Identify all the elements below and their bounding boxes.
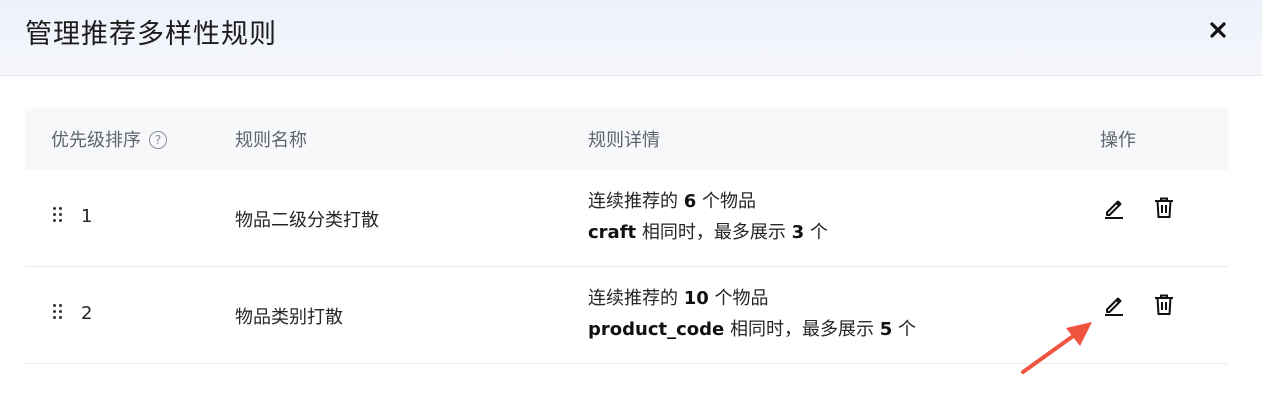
rule-detail-line-2: product_code 相同时，最多展示 5 个 <box>588 319 916 340</box>
annotation-arrow-icon <box>1021 322 1092 374</box>
priority-value: 1 <box>81 206 93 227</box>
trash-icon[interactable] <box>1153 196 1175 220</box>
table-row: 1 物品二级分类打散 连续推荐的 6 个物品 craft 相同时，最多展示 3 … <box>25 170 1228 267</box>
delete-button[interactable] <box>1150 194 1178 222</box>
pencil-icon[interactable] <box>1102 196 1126 220</box>
pencil-icon[interactable] <box>1102 293 1126 317</box>
rule-detail-line-1: 连续推荐的 6 个物品 <box>588 191 756 212</box>
priority-value: 2 <box>81 303 93 324</box>
edit-button[interactable] <box>1100 291 1128 319</box>
close-icon[interactable] <box>1209 21 1227 39</box>
help-icon[interactable]: ? <box>149 131 167 149</box>
rule-detail-line-1: 连续推荐的 10 个物品 <box>588 288 769 309</box>
column-header-priority: 优先级排序? <box>51 126 167 152</box>
column-header-actions: 操作 <box>1100 130 1136 151</box>
drag-handle-icon[interactable] <box>53 207 63 223</box>
table-header: 优先级排序? 规则名称 规则详情 操作 <box>25 108 1228 170</box>
rule-detail: 连续推荐的 6 个物品 craft 相同时，最多展示 3 个 <box>588 186 828 248</box>
rule-detail-line-2: craft 相同时，最多展示 3 个 <box>588 222 828 243</box>
column-header-priority-label: 优先级排序 <box>51 130 141 151</box>
rule-detail: 连续推荐的 10 个物品 product_code 相同时，最多展示 5 个 <box>588 283 916 345</box>
rule-name: 物品类别打散 <box>235 307 343 328</box>
edit-button[interactable] <box>1100 194 1128 222</box>
delete-button[interactable] <box>1150 291 1178 319</box>
trash-icon[interactable] <box>1153 293 1175 317</box>
column-header-detail: 规则详情 <box>588 130 660 151</box>
modal-header: 管理推荐多样性规则 <box>0 0 1262 76</box>
modal-title: 管理推荐多样性规则 <box>25 19 277 50</box>
drag-handle-icon[interactable] <box>53 304 63 320</box>
close-button[interactable] <box>1204 16 1232 44</box>
rule-name: 物品二级分类打散 <box>235 210 379 231</box>
column-header-name: 规则名称 <box>235 130 307 151</box>
